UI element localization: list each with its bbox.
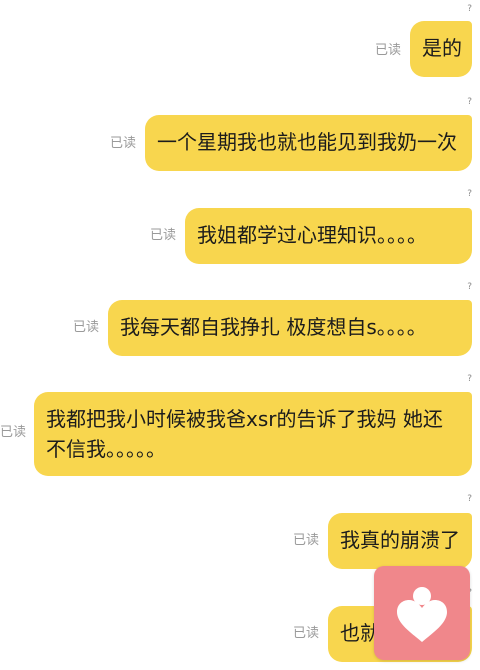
avatar-placeholder: ?	[467, 374, 472, 384]
message-bubble[interactable]: 我都把我小时候被我爸xsr的告诉了我妈 她还不信我。。。。。	[34, 392, 472, 476]
read-status: 已读	[73, 320, 100, 335]
message-bubble[interactable]: 我姐都学过心理知识。。。。	[185, 208, 472, 264]
chat-thread: ? 已读 是的 ? 已读 一个星期我也就也能见到我奶一次 ? 已读 我姐都学过心…	[0, 0, 480, 670]
avatar-placeholder: ?	[467, 97, 472, 107]
message-bubble[interactable]: 我每天都自我挣扎 极度想自s。。。。	[108, 300, 472, 356]
read-status: 已读	[0, 425, 27, 440]
message-bubble[interactable]: 我真的崩溃了	[328, 513, 472, 569]
heart-icon	[397, 587, 447, 642]
read-status: 已读	[150, 228, 177, 243]
read-status: 已读	[293, 626, 320, 641]
read-status: 已读	[110, 136, 137, 151]
message-bubble[interactable]: 一个星期我也就也能见到我奶一次	[145, 115, 472, 171]
avatar-placeholder: ?	[467, 4, 472, 14]
avatar-placeholder: ?	[467, 494, 472, 504]
avatar-placeholder: ?	[467, 189, 472, 199]
read-status: 已读	[375, 43, 402, 58]
message-bubble[interactable]: 是的	[410, 21, 472, 77]
avatar-placeholder: ?	[467, 282, 472, 292]
read-status: 已读	[293, 533, 320, 548]
heart-overlay-button[interactable]	[374, 566, 470, 660]
